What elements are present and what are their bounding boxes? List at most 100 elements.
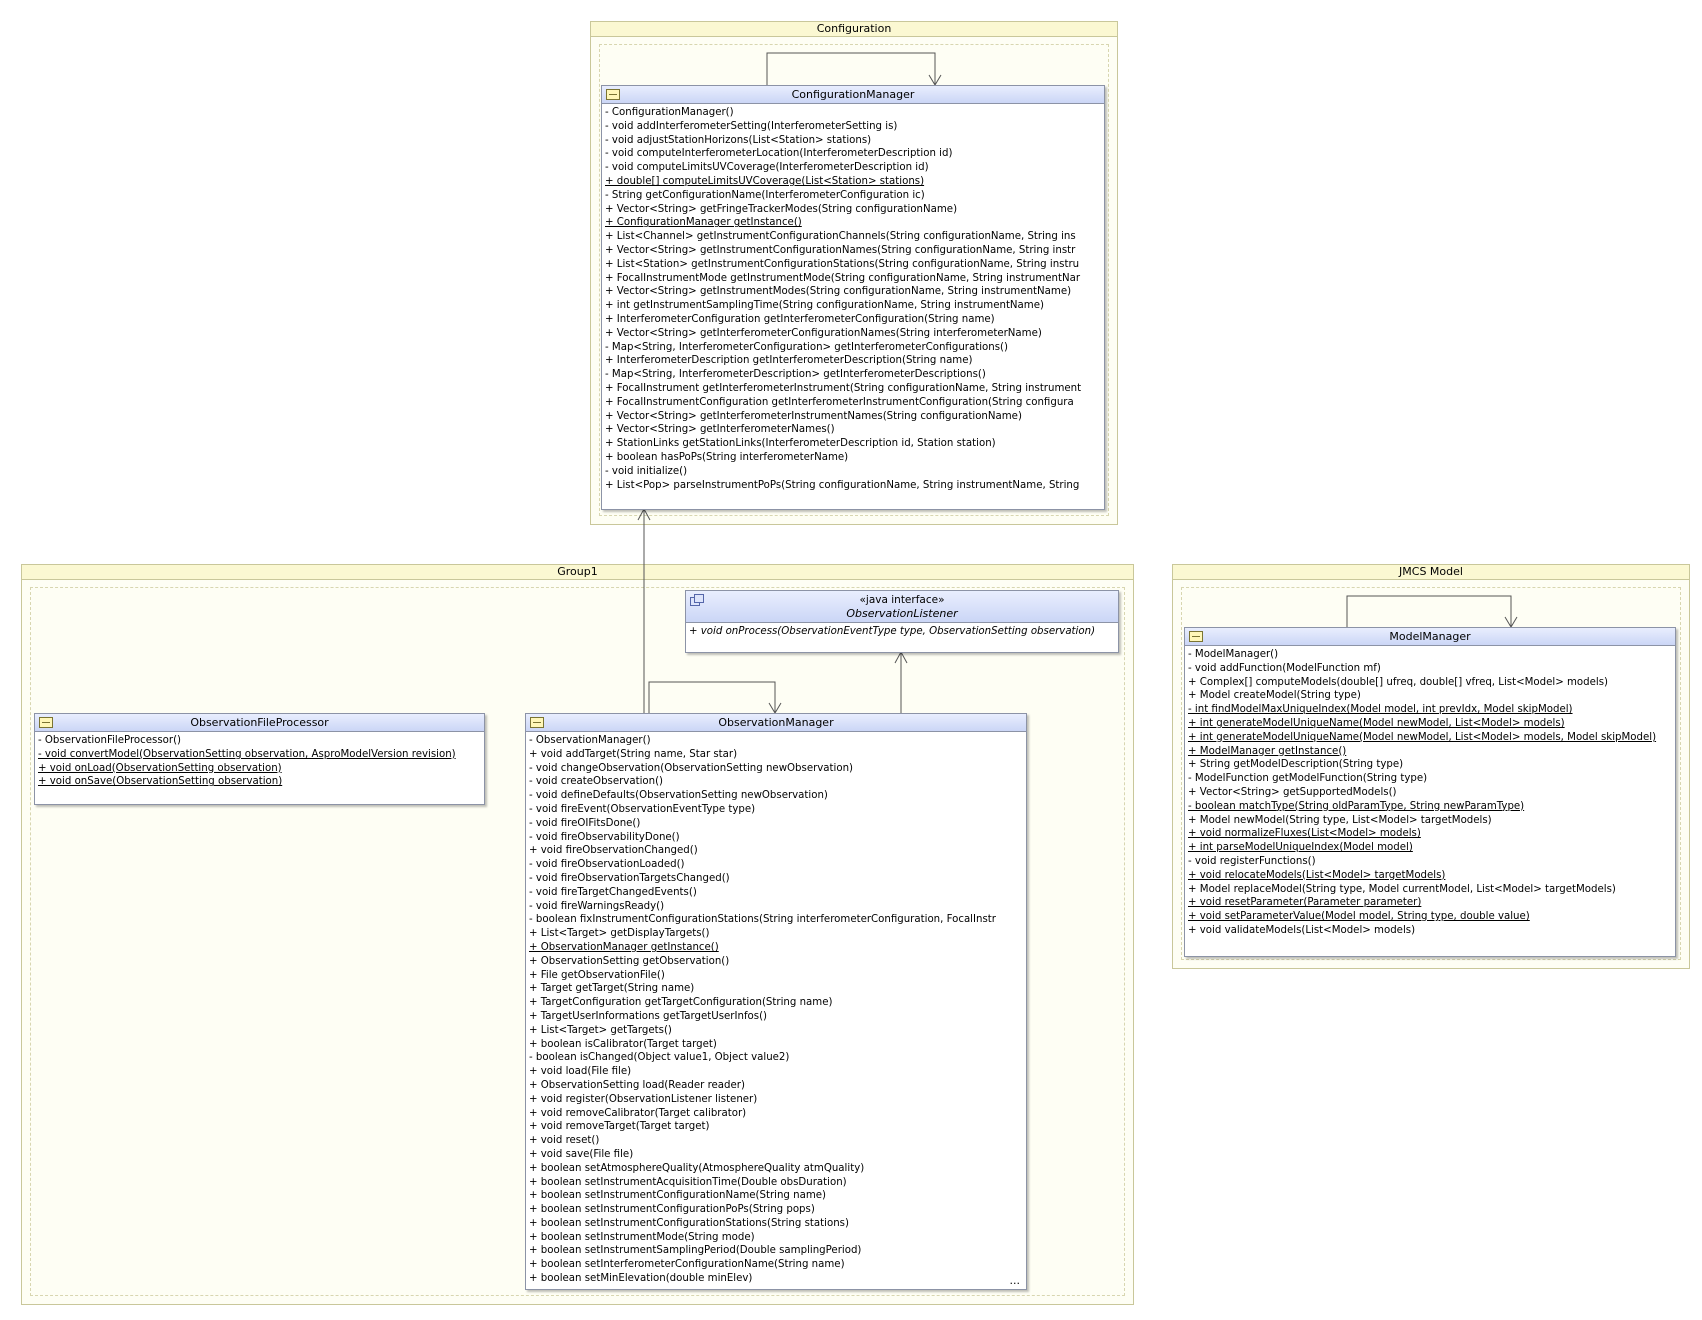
operation: + ObservationSetting load(Reader reader)	[529, 1079, 745, 1091]
operation: + void normalizeFluxes(List<Model> model…	[1188, 828, 1421, 840]
operation: - void changeObservation(ObservationSett…	[529, 762, 854, 774]
operation: + void reset()	[529, 1135, 600, 1147]
operation: + Target getTarget(String name)	[529, 983, 695, 995]
self-link-configuration-manager	[766, 52, 936, 85]
operation: - void fireEvent(ObservationEventType ty…	[529, 803, 756, 815]
class-configuration-manager[interactable]: ConfigurationManager - ConfigurationMana…	[601, 85, 1105, 510]
operation: + Complex[] computeModels(double[] ufreq…	[1188, 676, 1608, 688]
operation: + void addTarget(String name, Star star)	[529, 748, 738, 760]
operation: + void onProcess(ObservationEventType ty…	[689, 626, 1096, 637]
class-icon	[1189, 631, 1203, 642]
operation: - ObservationFileProcessor()	[38, 735, 182, 746]
operation: + void fireObservationChanged()	[529, 845, 698, 857]
operation: + Vector<String> getInterferometerNames(…	[605, 424, 835, 436]
operation: - ModelFunction getModelFunction(String …	[1188, 773, 1428, 785]
operation: - void defineDefaults(ObservationSetting…	[529, 790, 828, 802]
class-icon	[606, 89, 620, 100]
more-ellipsis[interactable]: ...	[1010, 1274, 1021, 1287]
operation: + void removeCalibrator(Target calibrato…	[529, 1107, 747, 1119]
operation: + InterferometerDescription getInterfero…	[605, 355, 973, 367]
operation: + double[] computeLimitsUVCoverage(List<…	[605, 175, 925, 187]
operation: + void save(File file)	[529, 1148, 634, 1160]
operation: - void fireTargetChangedEvents()	[529, 886, 697, 898]
operations-list: - ObservationFileProcessor() - void conve…	[35, 732, 484, 789]
operation: + int generateModelUniqueName(Model newM…	[1188, 731, 1657, 743]
operation: - void addInterferometerSetting(Interfer…	[605, 120, 898, 132]
operation: - ObservationManager()	[529, 735, 651, 746]
operation: + boolean setInterferometerConfiguration…	[529, 1259, 845, 1271]
operation: - Map<String, InterferometerDescription>…	[605, 369, 986, 381]
operation: + boolean setInstrumentConfigurationStat…	[529, 1217, 849, 1229]
class-name: ConfigurationManager	[791, 88, 915, 101]
operation: + StationLinks getStationLinks(Interfero…	[605, 438, 996, 450]
operation: + List<Station> getInstrumentConfigurati…	[605, 258, 1080, 270]
operation: + boolean hasPoPs(String interferometerN…	[605, 451, 849, 463]
class-header: ObservationManager	[526, 714, 1026, 732]
operation: - void fireObservationLoaded()	[529, 859, 685, 871]
class-header: ModelManager	[1185, 628, 1675, 646]
operation: + Vector<String> getInstrumentModes(Stri…	[605, 286, 1072, 298]
operation: + int generateModelUniqueName(Model newM…	[1188, 717, 1565, 729]
self-link-model-manager	[1346, 595, 1512, 627]
operation: + List<Target> getDisplayTargets()	[529, 928, 710, 940]
operation: - ModelManager()	[1188, 649, 1279, 660]
operation: - void fireOIFitsDone()	[529, 817, 641, 829]
operations-list: - ObservationManager() + void addTarget(S…	[526, 732, 1026, 1286]
operation: + boolean setInstrumentConfigurationName…	[529, 1190, 826, 1202]
class-icon	[530, 717, 544, 728]
interface-observation-listener[interactable]: «java interface» ObservationListener + v…	[685, 590, 1119, 653]
operation: + int getInstrumentSamplingTime(String c…	[605, 300, 1044, 312]
self-link-observation-manager	[648, 681, 776, 713]
operation: - boolean matchType(String oldParamType,…	[1188, 800, 1525, 812]
operation: + boolean isCalibrator(Target target)	[529, 1038, 717, 1050]
operation: + Model replaceModel(String type, Model …	[1188, 883, 1616, 895]
operation: + List<Pop> parseInstrumentPoPs(String c…	[605, 479, 1080, 491]
operation: + Vector<String> getInstrumentConfigurat…	[605, 244, 1076, 256]
class-header: ObservationFileProcessor	[35, 714, 484, 732]
class-observation-file-processor[interactable]: ObservationFileProcessor - ObservationFi…	[34, 713, 485, 805]
operation: - void computeLimitsUVCoverage(Interfero…	[605, 162, 929, 174]
class-header: ConfigurationManager	[602, 86, 1104, 104]
class-observation-manager[interactable]: ObservationManager - ObservationManager(…	[525, 713, 1027, 1290]
operation: + boolean setInstrumentConfigurationPoPs…	[529, 1204, 815, 1216]
operation: - void adjustStationHorizons(List<Statio…	[605, 134, 872, 146]
operation: - void convertModel(ObservationSetting o…	[38, 748, 456, 760]
operation: - void fireWarningsReady()	[529, 900, 665, 912]
operation: + Vector<String> getInterferometerInstru…	[605, 410, 1022, 422]
class-header: «java interface» ObservationListener	[686, 591, 1118, 623]
operation: + void onSave(ObservationSetting observa…	[38, 776, 283, 788]
operation: + File getObservationFile()	[529, 969, 665, 981]
operation: + void relocateModels(List<Model> target…	[1188, 869, 1446, 881]
class-model-manager[interactable]: ModelManager - ModelManager() - void addF…	[1184, 627, 1676, 957]
operation: + TargetUserInformations getTargetUserIn…	[529, 1010, 768, 1022]
operation: + ObservationManager getInstance()	[529, 941, 719, 953]
class-name: ObservationManager	[718, 716, 834, 729]
operation: - String getConfigurationName(Interferom…	[605, 189, 925, 201]
operation: + FocalInstrument getInterferometerInstr…	[605, 382, 1082, 394]
operation: + Model createModel(String type)	[1188, 690, 1361, 702]
operation: + void load(File file)	[529, 1066, 632, 1078]
operation: - ConfigurationManager()	[605, 107, 734, 118]
operations-list: - ModelManager() - void addFunction(Model…	[1185, 646, 1675, 938]
operation: - void fireObservationTargetsChanged()	[529, 872, 730, 884]
operation: + void resetParameter(Parameter paramete…	[1188, 897, 1422, 909]
operation: - int findModelMaxUniqueIndex(Model mode…	[1188, 704, 1573, 716]
operation: + void removeTarget(Target target)	[529, 1121, 710, 1133]
operation: - void addFunction(ModelFunction mf)	[1188, 662, 1381, 674]
operation: - void computeInterferometerLocation(Int…	[605, 148, 953, 160]
operation: + ModelManager getInstance()	[1188, 745, 1347, 757]
stereotype-label: «java interface»	[859, 594, 945, 606]
operation: + List<Target> getTargets()	[529, 1024, 672, 1036]
operation: - void fireObservabilityDone()	[529, 831, 680, 843]
operation: + FocalInstrumentConfiguration getInterf…	[605, 396, 1074, 408]
operation: + void onLoad(ObservationSetting observa…	[38, 762, 282, 774]
operation: + boolean setInstrumentSamplingPeriod(Do…	[529, 1245, 862, 1257]
operation: + Vector<String> getSupportedModels()	[1188, 786, 1397, 798]
operation: + int parseModelUniqueIndex(Model model)	[1188, 842, 1413, 854]
operation: + TargetConfiguration getTargetConfigura…	[529, 997, 833, 1009]
operation: + void setParameterValue(Model model, St…	[1188, 911, 1530, 923]
class-name: ObservationListener	[846, 607, 958, 620]
operations-list: - ConfigurationManager() - void addInterf…	[602, 104, 1104, 492]
operation: + ConfigurationManager getInstance()	[605, 217, 802, 229]
class-name: ObservationFileProcessor	[190, 716, 329, 729]
